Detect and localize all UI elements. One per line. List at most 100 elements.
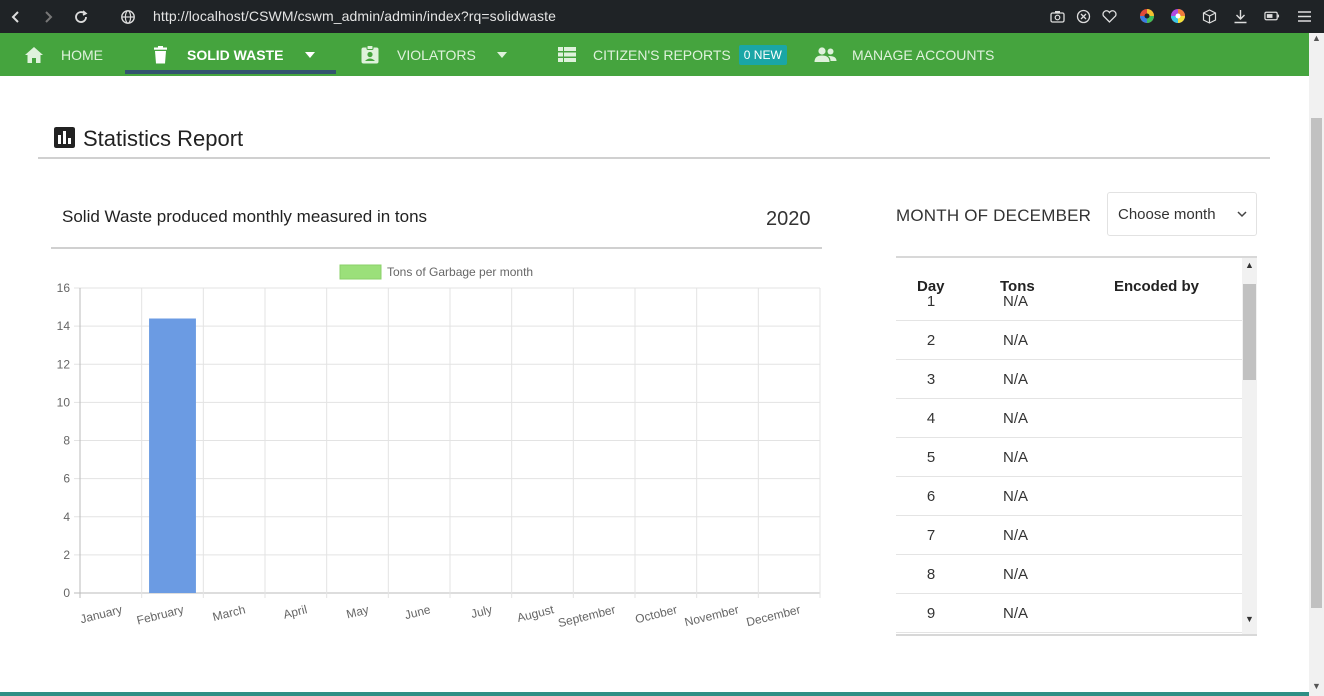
color-picker-icon[interactable]: [1170, 8, 1186, 24]
chart-title: Solid Waste produced monthly measured in…: [62, 207, 428, 226]
day-cell: 2: [926, 332, 936, 349]
x-tick-label: June: [403, 602, 432, 622]
download-icon[interactable]: [1232, 8, 1248, 24]
divider: [51, 247, 822, 249]
divider: [38, 157, 1270, 159]
tons-cell: N/A: [1003, 293, 1029, 310]
home-icon: [25, 46, 43, 63]
table-row: 9 N/A: [896, 594, 1242, 633]
month-heading: MONTH OF DECEMBER: [896, 206, 1092, 225]
scroll-up-icon[interactable]: ▲: [1312, 33, 1321, 43]
nav-violators-label: VIOLATORS: [397, 46, 476, 63]
tons-cell: N/A: [1003, 488, 1029, 505]
table-row: 6 N/A: [896, 477, 1242, 516]
bar-february[interactable]: [149, 318, 196, 594]
scroll-down-icon[interactable]: ▼: [1245, 614, 1254, 624]
chevron-down-icon: [1237, 211, 1247, 218]
scroll-down-icon[interactable]: ▼: [1312, 681, 1321, 691]
y-tick-label: 4: [63, 510, 70, 524]
reload-icon[interactable]: [70, 6, 92, 28]
month-select-value: Choose month: [1118, 205, 1216, 223]
active-nav-indicator: [125, 70, 336, 74]
browser-toolbar: http://localhost/CSWM/cswm_admin/admin/i…: [0, 0, 1324, 33]
chart-year: 2020: [766, 208, 811, 230]
scroll-up-icon[interactable]: ▲: [1245, 260, 1254, 270]
nav-home-label: HOME: [61, 46, 103, 63]
month-select[interactable]: Choose month: [1107, 192, 1257, 236]
y-tick-label: 16: [57, 281, 71, 295]
tons-cell: N/A: [1003, 527, 1029, 544]
table-icon: [558, 47, 576, 62]
day-cell: 4: [926, 410, 936, 427]
tons-cell: N/A: [1003, 371, 1029, 388]
x-tick-label: September: [557, 602, 617, 630]
battery-icon[interactable]: [1264, 8, 1280, 24]
table-row: 2 N/A: [896, 321, 1242, 360]
tons-cell: N/A: [1003, 410, 1029, 427]
footer-edge: [0, 692, 1309, 696]
id-badge-icon: [361, 45, 379, 64]
x-tick-label: October: [634, 602, 679, 626]
x-tick-label: January: [79, 602, 124, 626]
x-tick-label: March: [211, 602, 247, 624]
cube-icon[interactable]: [1201, 8, 1217, 24]
legend-label: Tons of Garbage per month: [387, 265, 533, 279]
y-tick-label: 2: [63, 548, 70, 562]
color-wheel-icon[interactable]: [1139, 8, 1155, 24]
tons-cell: N/A: [1003, 332, 1029, 349]
page-title: Statistics Report: [83, 126, 244, 151]
page-scrollbar[interactable]: ▲ ▼: [1309, 33, 1324, 696]
y-tick-label: 8: [63, 434, 70, 448]
nav-home[interactable]: HOME: [24, 33, 103, 76]
back-icon[interactable]: [5, 6, 27, 28]
table-scrollbar-thumb[interactable]: [1243, 284, 1256, 380]
day-cell: 1: [926, 293, 936, 310]
day-cell: 6: [926, 488, 936, 505]
table-row: 1 N/A: [896, 282, 1242, 321]
site-info-globe-icon[interactable]: [117, 6, 139, 28]
day-cell: 3: [926, 371, 936, 388]
table-row: 4 N/A: [896, 399, 1242, 438]
forward-icon[interactable]: [37, 6, 59, 28]
users-icon: [814, 47, 837, 62]
y-tick-label: 10: [57, 395, 71, 409]
y-tick-label: 12: [57, 357, 71, 371]
nav-citizens-reports-label: CITIZEN'S REPORTS: [593, 46, 731, 63]
x-tick-label: August: [516, 602, 556, 625]
new-reports-badge: 0 NEW: [738, 44, 787, 65]
x-tick-label: April: [282, 602, 309, 621]
block-icon[interactable]: [1075, 8, 1091, 24]
menu-icon[interactable]: [1296, 8, 1312, 24]
monthly-waste-bar-chart: 0 2 4 6 8 10 12 14 16 January February March April M…: [57, 264, 821, 630]
tons-cell: N/A: [1003, 605, 1029, 622]
nav-manage-accounts-label: MANAGE ACCOUNTS: [852, 46, 995, 63]
heart-icon[interactable]: [1101, 8, 1117, 24]
day-cell: 9: [926, 605, 936, 622]
table-scrollbar[interactable]: ▲ ▼: [1242, 258, 1257, 634]
x-tick-label: February: [135, 602, 185, 627]
address-bar[interactable]: http://localhost/CSWM/cswm_admin/admin/i…: [153, 8, 556, 24]
x-tick-label: November: [683, 602, 740, 629]
tons-cell: N/A: [1003, 449, 1029, 466]
day-cell: 8: [926, 566, 936, 583]
legend-swatch: [339, 264, 382, 280]
day-cell: 5: [926, 449, 936, 466]
camera-icon[interactable]: [1049, 8, 1065, 24]
nav-citizens-reports[interactable]: CITIZEN'S REPORTS 0 NEW: [558, 33, 787, 76]
daily-tons-table: Day Tons Encoded by 1 N/A 2 N/A 3 N/A 4 N/A 5 N/A…: [896, 256, 1257, 636]
x-tick-label: December: [745, 602, 802, 629]
nav-violators[interactable]: VIOLATORS: [361, 33, 507, 76]
table-row: 7 N/A: [896, 516, 1242, 555]
day-cell: 7: [926, 527, 936, 544]
y-tick-label: 14: [57, 319, 71, 333]
nav-manage-accounts[interactable]: MANAGE ACCOUNTS: [814, 33, 994, 76]
tons-cell: N/A: [1003, 566, 1029, 583]
caret-down-icon[interactable]: [305, 51, 316, 58]
nav-solid-waste-label: SOLID WASTE: [187, 46, 284, 63]
table-row: 5 N/A: [896, 438, 1242, 477]
caret-down-icon[interactable]: [496, 51, 507, 58]
table-row: 8 N/A: [896, 555, 1242, 594]
x-tick-label: July: [469, 602, 493, 621]
table-row: 3 N/A: [896, 360, 1242, 399]
page-scrollbar-thumb[interactable]: [1311, 118, 1322, 608]
